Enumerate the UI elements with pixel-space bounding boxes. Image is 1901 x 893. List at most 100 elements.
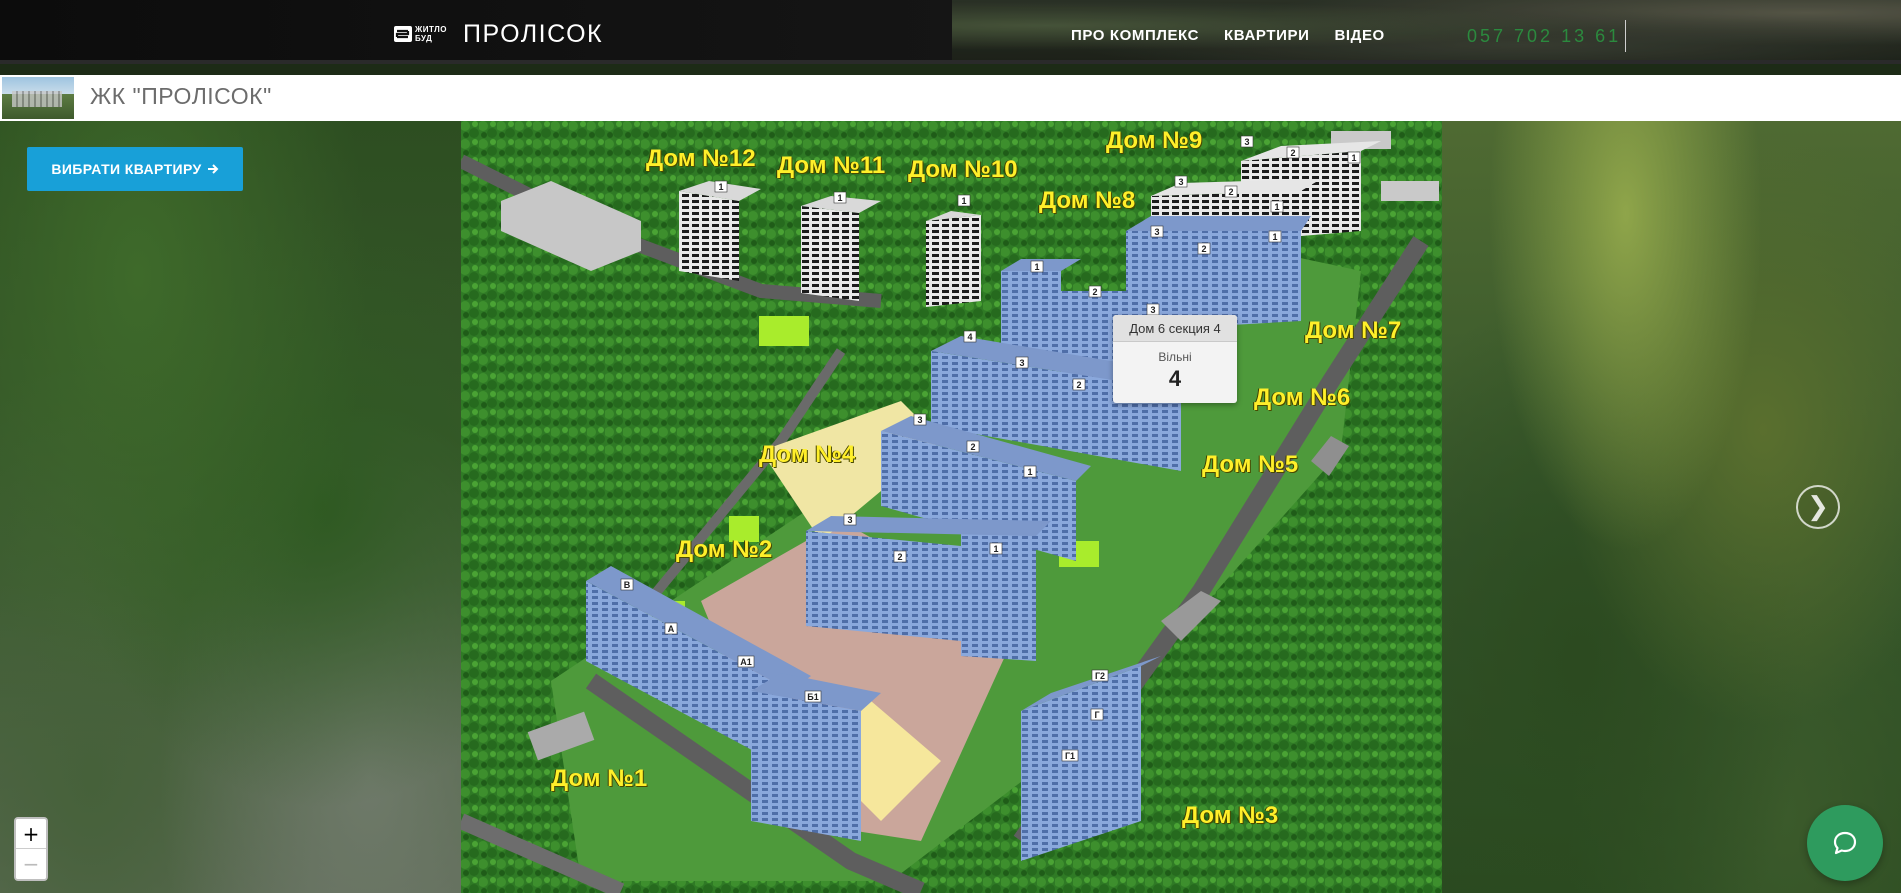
building-label-house-6[interactable]: Дом №6 [1254, 384, 1350, 412]
blurred-background-left [0, 121, 461, 893]
svg-text:2: 2 [1290, 148, 1295, 158]
building-label-house-2[interactable]: Дом №2 [676, 536, 772, 564]
choose-apartment-label: ВИБРАТИ КВАРТИРУ [51, 161, 202, 177]
svg-text:3: 3 [1178, 177, 1183, 187]
choose-apartment-button[interactable]: ВИБРАТИ КВАРТИРУ [27, 147, 243, 191]
svg-text:1: 1 [1027, 467, 1032, 477]
svg-text:2: 2 [897, 552, 902, 562]
svg-text:1: 1 [1272, 232, 1277, 242]
complex-map[interactable]: 1 1 1 1 2 3 4 3 2 3 2 1 3 2 1 В А А1 Б1 … [461, 121, 1442, 893]
svg-text:3: 3 [1150, 305, 1155, 315]
logo-name[interactable]: ПРОЛІСОК [463, 20, 603, 49]
building-label-house-4[interactable]: Дом №4 [759, 441, 855, 469]
section-marker[interactable]: 3 [1146, 303, 1160, 316]
logo-subtitle: ЖИТЛО БУД [415, 25, 448, 43]
title-row: ЖК "ПРОЛІСОК" [0, 75, 1901, 122]
section-marker[interactable]: 2 [1197, 242, 1211, 255]
section-marker[interactable]: 2 [1072, 378, 1086, 391]
section-marker[interactable]: 3 [913, 413, 927, 426]
section-marker[interactable]: 1 [989, 542, 1003, 555]
logo-mark-icon[interactable] [394, 26, 412, 42]
section-marker[interactable]: Г2 [1091, 669, 1109, 682]
section-marker[interactable]: 1 [714, 180, 728, 193]
tooltip-title: Дом 6 секция 4 [1113, 315, 1237, 342]
building-label-house-10[interactable]: Дом №10 [908, 156, 1018, 184]
svg-text:3: 3 [1244, 137, 1249, 147]
building-label-house-7[interactable]: Дом №7 [1305, 317, 1401, 345]
section-marker[interactable]: 2 [893, 550, 907, 563]
svg-text:А1: А1 [740, 657, 752, 667]
svg-text:1: 1 [1034, 262, 1039, 272]
arrow-right-icon [207, 164, 219, 174]
building-label-house-3[interactable]: Дом №3 [1182, 802, 1278, 830]
section-marker[interactable]: 1 [1347, 151, 1361, 164]
main-area: 1 1 1 1 2 3 4 3 2 3 2 1 3 2 1 В А А1 Б1 … [0, 121, 1901, 893]
page-title: ЖК "ПРОЛІСОК" [90, 83, 272, 109]
chat-button[interactable] [1807, 805, 1883, 881]
svg-text:Г: Г [1094, 710, 1099, 720]
nav-video[interactable]: ВІДЕО [1334, 27, 1384, 44]
svg-text:2: 2 [1201, 244, 1206, 254]
section-marker[interactable]: 3 [1240, 135, 1254, 148]
section-marker[interactable]: Г [1090, 708, 1104, 721]
chat-bubble-icon [1833, 831, 1857, 855]
svg-text:Г1: Г1 [1065, 751, 1075, 761]
svg-text:Б1: Б1 [807, 692, 818, 702]
building-label-house-11[interactable]: Дом №11 [777, 152, 885, 180]
section-marker[interactable]: Г1 [1061, 749, 1079, 762]
lime-roof [759, 316, 809, 346]
section-marker[interactable]: 1 [1270, 200, 1284, 213]
section-marker[interactable]: 1 [1030, 260, 1044, 273]
svg-text:4: 4 [967, 332, 972, 342]
top-header: ЖИТЛО БУД ПРОЛІСОК ПРО КОМПЛЕКС КВАРТИРИ… [0, 0, 1901, 64]
svg-text:1: 1 [718, 182, 723, 192]
main-nav: ПРО КОМПЛЕКС КВАРТИРИ ВІДЕО [1071, 27, 1385, 44]
section-marker[interactable]: 3 [1150, 225, 1164, 238]
header-divider [1625, 20, 1626, 52]
section-marker[interactable]: 3 [1015, 356, 1029, 369]
section-tooltip: Дом 6 секция 4 Вільні 4 [1113, 315, 1237, 403]
section-marker[interactable]: 2 [966, 440, 980, 453]
svg-text:3: 3 [1154, 227, 1159, 237]
svg-text:2: 2 [1228, 187, 1233, 197]
header-shadow-band [0, 60, 1901, 64]
building-label-house-9[interactable]: Дом №9 [1106, 127, 1202, 155]
zoom-in-button[interactable]: + [16, 819, 46, 849]
section-marker[interactable]: Б1 [804, 690, 822, 703]
nav-about[interactable]: ПРО КОМПЛЕКС [1071, 27, 1199, 44]
outer-building [1381, 181, 1439, 201]
building-label-house-12[interactable]: Дом №12 [646, 145, 756, 173]
svg-text:В: В [624, 580, 631, 590]
section-marker[interactable]: 3 [1174, 175, 1188, 188]
section-marker[interactable]: А1 [737, 655, 755, 668]
svg-text:2: 2 [970, 442, 975, 452]
svg-text:1: 1 [837, 193, 842, 203]
nav-apartments[interactable]: КВАРТИРИ [1224, 27, 1309, 44]
phone-number[interactable]: 057 702 13 61 [1467, 26, 1621, 47]
section-marker[interactable]: 1 [1268, 230, 1282, 243]
svg-text:2: 2 [1092, 287, 1097, 297]
section-marker[interactable]: 1 [957, 194, 971, 207]
section-marker[interactable]: 3 [843, 513, 857, 526]
svg-text:1: 1 [1351, 153, 1356, 163]
zoom-control: + − [14, 817, 48, 881]
next-slide-button[interactable]: ❯ [1796, 485, 1840, 529]
building-label-house-5[interactable]: Дом №5 [1202, 451, 1298, 479]
tooltip-available-count: 4 [1168, 366, 1182, 391]
section-marker[interactable]: 4 [963, 330, 977, 343]
svg-text:1: 1 [993, 544, 998, 554]
section-marker[interactable]: 2 [1224, 185, 1238, 198]
building-label-house-1[interactable]: Дом №1 [551, 765, 647, 793]
building-label-house-8[interactable]: Дом №8 [1039, 187, 1135, 215]
svg-text:3: 3 [917, 415, 922, 425]
zoom-out-button[interactable]: − [16, 849, 46, 879]
complex-thumbnail[interactable] [2, 77, 74, 119]
section-marker[interactable]: А [664, 622, 678, 635]
section-marker[interactable]: 2 [1088, 285, 1102, 298]
section-marker[interactable]: 1 [1023, 465, 1037, 478]
svg-text:1: 1 [1274, 202, 1279, 212]
tower-house-10[interactable] [926, 211, 981, 307]
section-marker[interactable]: 2 [1286, 146, 1300, 159]
section-marker[interactable]: 1 [833, 191, 847, 204]
section-marker[interactable]: В [620, 578, 634, 591]
